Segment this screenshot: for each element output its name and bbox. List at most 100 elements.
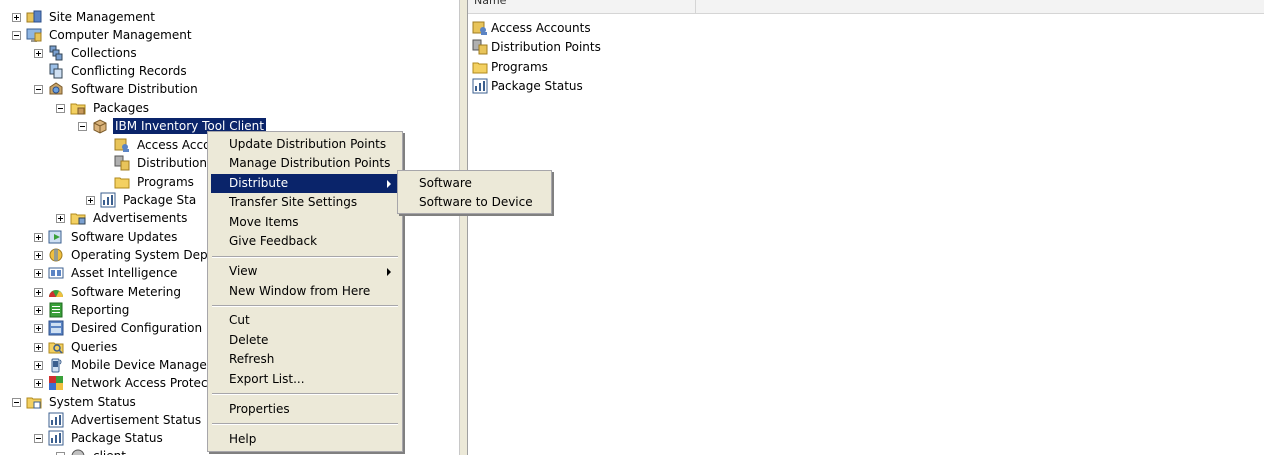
submenu-item-software-to-device[interactable]: Software to Device bbox=[401, 193, 548, 212]
collapse-icon[interactable] bbox=[12, 30, 21, 40]
tree-node-distribution-points[interactable]: Distribution I bbox=[100, 154, 216, 172]
expand-icon[interactable] bbox=[34, 342, 43, 352]
tree-label: Software Metering bbox=[71, 285, 182, 299]
list-item-label: Distribution Points bbox=[491, 40, 601, 54]
expand-icon[interactable] bbox=[34, 268, 43, 278]
tree-node-desired-configuration[interactable]: Desired Configuration M bbox=[34, 319, 218, 337]
tree-node-access-accounts[interactable]: Access Acco bbox=[100, 136, 212, 154]
list-item-access-accounts[interactable]: Access Accounts bbox=[472, 19, 591, 37]
tree-label: Advertisement Status bbox=[71, 413, 202, 427]
client-icon bbox=[70, 448, 86, 455]
os-deployment-icon bbox=[48, 247, 64, 263]
list-item-label: Access Accounts bbox=[491, 21, 591, 35]
tree-node-system-status[interactable]: System Status bbox=[12, 393, 138, 411]
submenu-item-software[interactable]: Software bbox=[401, 174, 548, 193]
menu-separator bbox=[212, 305, 398, 307]
tree-node-package-status[interactable]: Package Sta bbox=[86, 191, 198, 209]
expand-icon[interactable] bbox=[34, 48, 43, 58]
column-header-name[interactable]: Name bbox=[468, 0, 696, 14]
menu-item-refresh[interactable]: Refresh bbox=[211, 350, 399, 369]
menu-item-properties[interactable]: Properties bbox=[211, 400, 399, 419]
menu-item-distribute[interactable]: Distribute bbox=[211, 174, 399, 193]
distribution-points-icon bbox=[472, 39, 488, 55]
reporting-icon bbox=[48, 302, 64, 318]
tree-label: Reporting bbox=[71, 303, 130, 317]
tree-node-reporting[interactable]: Reporting bbox=[34, 301, 131, 319]
tree-node-packages[interactable]: Packages bbox=[56, 99, 151, 117]
tree-label: Site Management bbox=[49, 10, 155, 24]
list-item-package-status[interactable]: Package Status bbox=[472, 77, 583, 95]
menu-item-export-list[interactable]: Export List... bbox=[211, 370, 399, 389]
menu-item-update-distribution-points[interactable]: Update Distribution Points bbox=[211, 135, 399, 154]
tree-node-mobile-device-management[interactable]: Mobile Device Managem bbox=[34, 356, 220, 374]
collapse-icon[interactable] bbox=[34, 84, 43, 94]
tree-node-queries[interactable]: Queries bbox=[34, 338, 119, 356]
expand-icon[interactable] bbox=[34, 232, 43, 242]
expand-icon[interactable] bbox=[34, 250, 43, 260]
tree-node-client[interactable]: client bbox=[56, 447, 128, 455]
expand-icon[interactable] bbox=[34, 305, 43, 315]
menu-item-new-window-from-here[interactable]: New Window from Here bbox=[211, 282, 399, 301]
queries-icon bbox=[48, 339, 64, 355]
tree-node-collections[interactable]: Collections bbox=[34, 44, 139, 62]
menu-separator bbox=[212, 256, 398, 258]
menu-item-move-items[interactable]: Move Items bbox=[211, 213, 399, 232]
list-item-programs[interactable]: Programs bbox=[472, 58, 548, 76]
expand-icon[interactable] bbox=[34, 378, 43, 388]
tree-node-network-access-protection[interactable]: Network Access Protecti bbox=[34, 374, 218, 392]
tree-node-os-deployment[interactable]: Operating System Deplo bbox=[34, 246, 220, 264]
menu-item-manage-distribution-points[interactable]: Manage Distribution Points bbox=[211, 154, 399, 173]
tree-label: client bbox=[91, 448, 128, 455]
package-status-icon bbox=[100, 192, 116, 208]
expand-icon[interactable] bbox=[34, 287, 43, 297]
advertisement-status-icon bbox=[48, 412, 64, 428]
tree-node-programs[interactable]: Programs bbox=[100, 173, 196, 191]
collapse-icon[interactable] bbox=[34, 433, 43, 443]
tree-node-advertisement-status[interactable]: Advertisement Status bbox=[34, 411, 203, 429]
tree-label: Package Sta bbox=[123, 193, 197, 207]
menu-separator bbox=[212, 393, 398, 395]
tree-label: Desired Configuration M bbox=[71, 321, 217, 335]
expand-icon[interactable] bbox=[56, 213, 65, 223]
access-accounts-icon bbox=[472, 20, 488, 36]
tree-label: Software Distribution bbox=[71, 82, 198, 96]
collapse-icon[interactable] bbox=[56, 451, 65, 455]
results-pane: Name Access Accounts Distribution Points… bbox=[468, 0, 1264, 455]
computer-management-icon bbox=[26, 27, 42, 43]
list-item-distribution-points[interactable]: Distribution Points bbox=[472, 38, 601, 56]
menu-item-help[interactable]: Help bbox=[211, 430, 399, 449]
mobile-device-icon bbox=[48, 357, 64, 373]
tree-label: Packages bbox=[93, 101, 149, 115]
tree-node-software-metering[interactable]: Software Metering bbox=[34, 283, 183, 301]
folder-icon bbox=[114, 174, 130, 190]
submenu-arrow-icon bbox=[387, 268, 391, 276]
tree-node-advertisements[interactable]: Advertisements bbox=[56, 209, 189, 227]
tree-node-package-status-root[interactable]: Package Status bbox=[34, 429, 165, 447]
collapse-icon[interactable] bbox=[78, 121, 87, 131]
tree-label: Queries bbox=[71, 340, 118, 354]
collapse-icon[interactable] bbox=[56, 103, 65, 113]
folder-icon bbox=[472, 59, 488, 75]
tree-node-site-management[interactable]: Site Management bbox=[12, 8, 157, 26]
tree-node-conflicting-records[interactable]: Conflicting Records bbox=[34, 62, 189, 80]
distribute-submenu: Software Software to Device bbox=[397, 170, 552, 214]
tree-node-software-distribution[interactable]: Software Distribution bbox=[34, 80, 200, 98]
tree-label: Asset Intelligence bbox=[71, 266, 178, 280]
menu-item-delete[interactable]: Delete bbox=[211, 331, 399, 350]
pane-splitter[interactable] bbox=[459, 0, 468, 455]
menu-item-cut[interactable]: Cut bbox=[211, 311, 399, 330]
menu-item-give-feedback[interactable]: Give Feedback bbox=[211, 232, 399, 251]
tree-label: Advertisements bbox=[93, 211, 188, 225]
tree-label: Distribution I bbox=[137, 156, 215, 170]
menu-item-view[interactable]: View bbox=[211, 262, 399, 281]
collapse-icon[interactable] bbox=[12, 397, 21, 407]
menu-separator bbox=[212, 423, 398, 425]
expand-icon[interactable] bbox=[34, 323, 43, 333]
expand-icon[interactable] bbox=[34, 360, 43, 370]
menu-item-transfer-site-settings[interactable]: Transfer Site Settings bbox=[211, 193, 399, 212]
expand-icon[interactable] bbox=[86, 195, 95, 205]
expand-icon[interactable] bbox=[12, 12, 21, 22]
tree-node-software-updates[interactable]: Software Updates bbox=[34, 228, 179, 246]
tree-node-computer-management[interactable]: Computer Management bbox=[12, 26, 194, 44]
tree-node-asset-intelligence[interactable]: Asset Intelligence bbox=[34, 264, 179, 282]
